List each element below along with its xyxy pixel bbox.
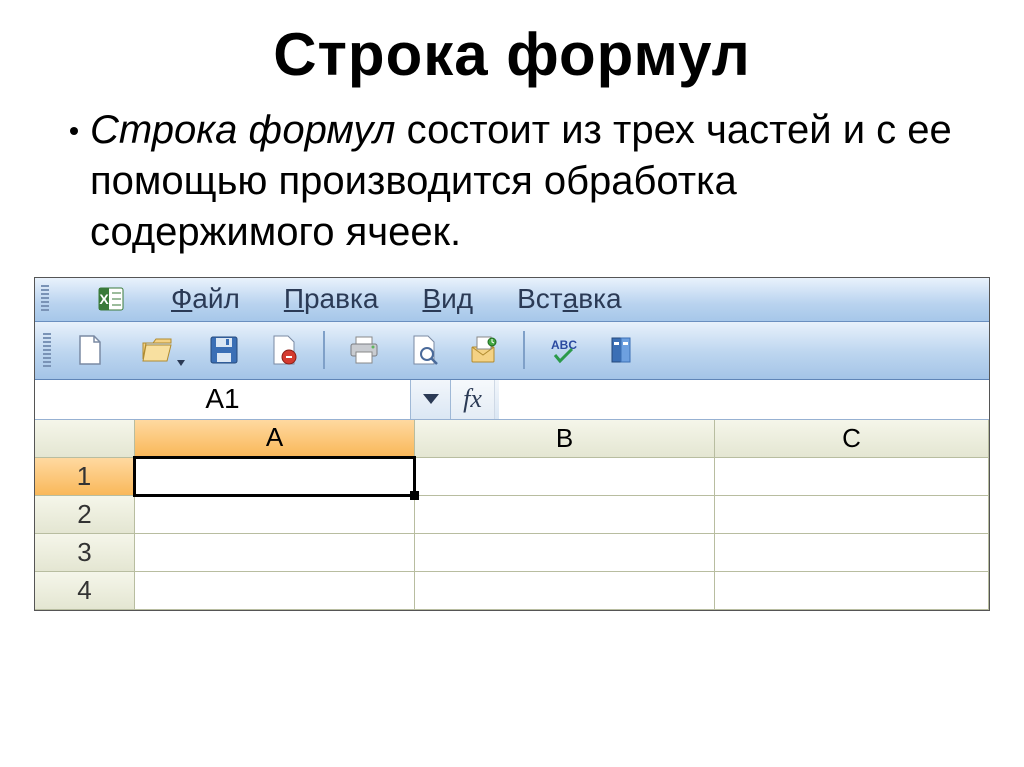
formula-bar: A1 fx bbox=[35, 380, 989, 420]
svg-text:ABC: ABC bbox=[551, 338, 577, 352]
cell-c4[interactable] bbox=[715, 572, 989, 610]
menu-edit[interactable]: Правка bbox=[284, 283, 379, 315]
row-header-1[interactable]: 1 bbox=[35, 458, 135, 496]
spellcheck-button[interactable]: ABC bbox=[541, 328, 587, 372]
cell-c3[interactable] bbox=[715, 534, 989, 572]
cell-b4[interactable] bbox=[415, 572, 715, 610]
column-header-b[interactable]: B bbox=[415, 420, 715, 458]
open-button[interactable] bbox=[127, 328, 187, 372]
formula-input[interactable] bbox=[499, 380, 989, 419]
select-all-corner[interactable] bbox=[35, 420, 135, 458]
row-header-2[interactable]: 2 bbox=[35, 496, 135, 534]
name-box-dropdown[interactable] bbox=[411, 380, 451, 419]
bullet-text: Строка формул состоит из трех частей и с… bbox=[90, 105, 984, 259]
excel-window: X Файл Правка Вид Вставка bbox=[34, 277, 990, 611]
page-title: Строка формул bbox=[30, 20, 994, 89]
fill-handle-icon[interactable] bbox=[410, 491, 419, 500]
column-header-c[interactable]: C bbox=[715, 420, 989, 458]
cell-a2[interactable] bbox=[135, 496, 415, 534]
cell-b2[interactable] bbox=[415, 496, 715, 534]
mail-button[interactable] bbox=[461, 328, 507, 372]
print-button[interactable] bbox=[341, 328, 387, 372]
toolbar-separator bbox=[323, 331, 325, 369]
cell-a3[interactable] bbox=[135, 534, 415, 572]
svg-text:X: X bbox=[99, 291, 109, 307]
column-header-a[interactable]: A bbox=[135, 420, 415, 458]
bullet-item: Строка формул состоит из трех частей и с… bbox=[30, 105, 994, 277]
slide: Строка формул Строка формул состоит из т… bbox=[0, 0, 1024, 767]
row-header-3[interactable]: 3 bbox=[35, 534, 135, 572]
standard-toolbar: ABC bbox=[35, 322, 989, 380]
save-button[interactable] bbox=[201, 328, 247, 372]
permission-button[interactable] bbox=[261, 328, 307, 372]
toolbar-grip-icon bbox=[43, 333, 51, 367]
dropdown-icon bbox=[177, 360, 185, 366]
fx-button[interactable]: fx bbox=[451, 380, 495, 419]
spreadsheet-grid: A B C 1 2 3 4 bbox=[35, 420, 989, 610]
menu-insert[interactable]: Вставка bbox=[517, 283, 621, 315]
cell-c1[interactable] bbox=[715, 458, 989, 496]
cell-c2[interactable] bbox=[715, 496, 989, 534]
new-button[interactable] bbox=[67, 328, 113, 372]
research-button[interactable] bbox=[601, 328, 647, 372]
cell-b1[interactable] bbox=[415, 458, 715, 496]
cell-b3[interactable] bbox=[415, 534, 715, 572]
bullet-dot-icon bbox=[70, 127, 78, 135]
excel-app-icon: X bbox=[97, 285, 127, 313]
menu-view[interactable]: Вид bbox=[422, 283, 473, 315]
menubar-grip-icon bbox=[41, 285, 49, 313]
toolbar-separator bbox=[523, 331, 525, 369]
row-header-4[interactable]: 4 bbox=[35, 572, 135, 610]
menu-file[interactable]: Файл bbox=[171, 283, 240, 315]
cell-a1[interactable] bbox=[135, 458, 415, 496]
name-box[interactable]: A1 bbox=[35, 380, 411, 419]
cell-a4[interactable] bbox=[135, 572, 415, 610]
selection-outline-icon bbox=[133, 456, 416, 497]
menu-bar: X Файл Правка Вид Вставка bbox=[35, 278, 989, 322]
bullet-lead: Строка формул bbox=[90, 108, 396, 152]
print-preview-button[interactable] bbox=[401, 328, 447, 372]
